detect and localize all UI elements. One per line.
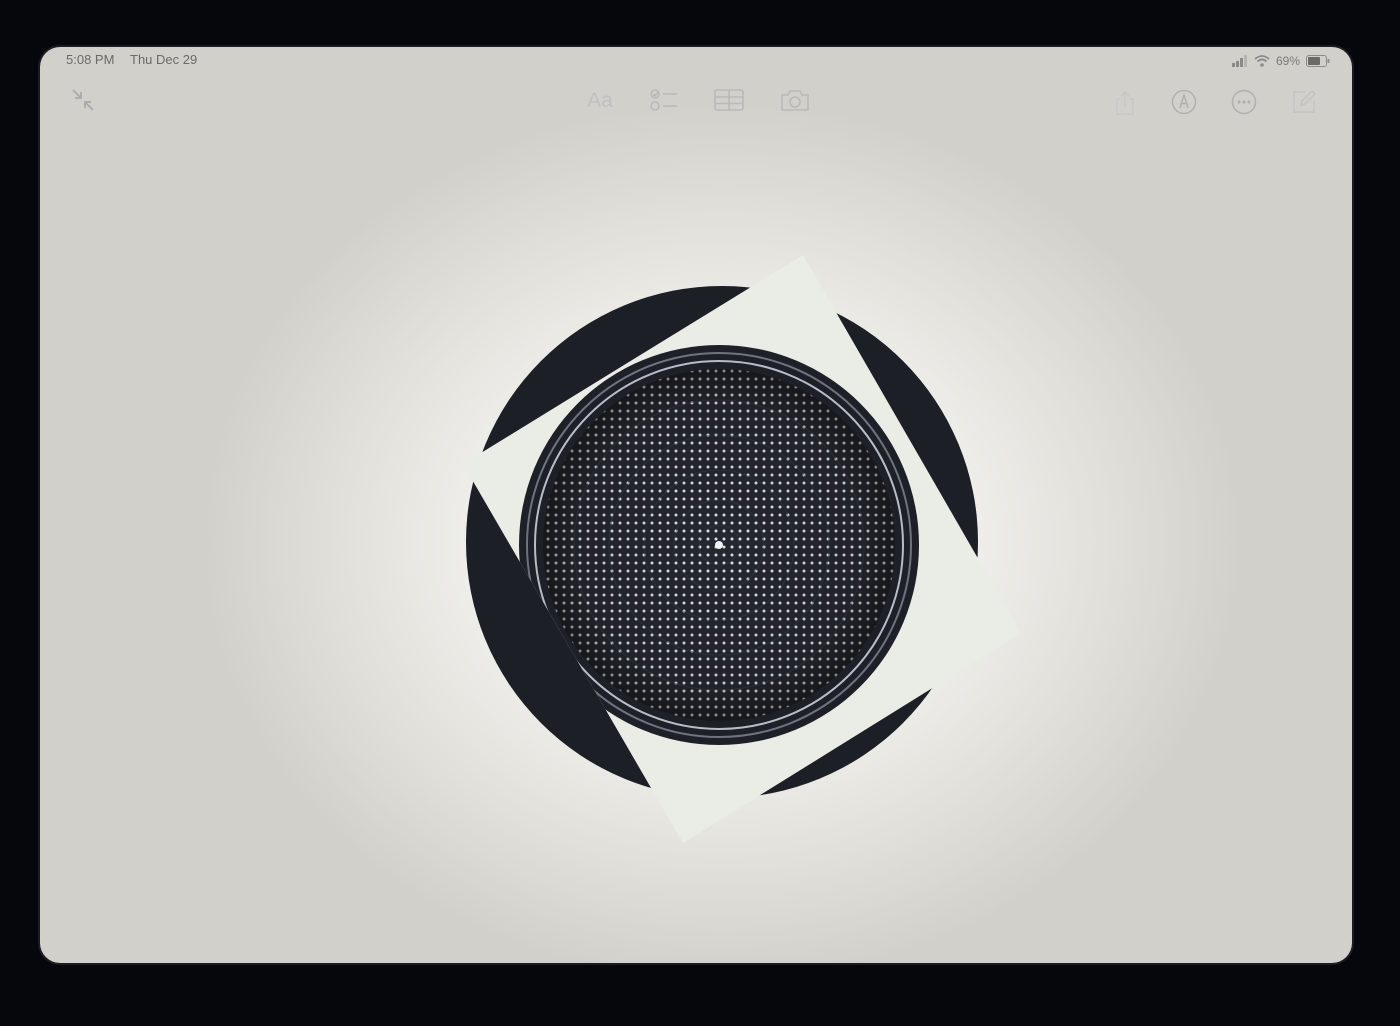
- note-image-attachment[interactable]: [40, 47, 1352, 963]
- tablet-screen: 5:08 PM Thu Dec 29 69% Aa: [40, 47, 1352, 963]
